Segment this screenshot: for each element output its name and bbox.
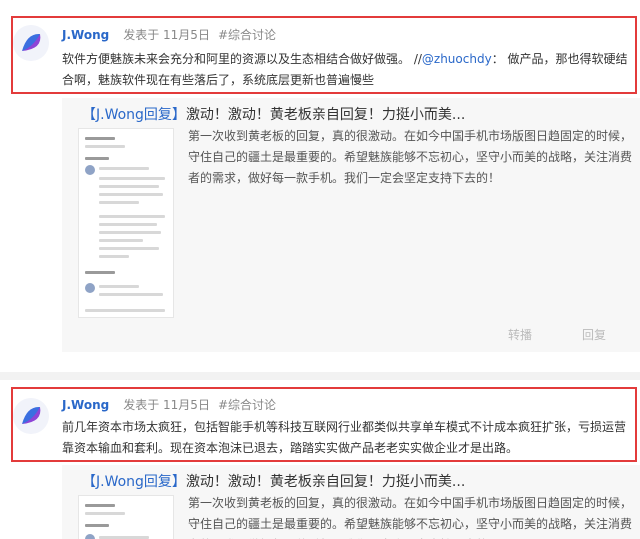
post-1: J.Wong 发表于 11月5日 #综合讨论 软件方便魅族未来会充分和阿里的资源以及… [0,0,640,372]
mention-link[interactable]: @zhuochdy [422,52,492,66]
post-meta: J.Wong 发表于 11月5日 #综合讨论 [62,396,276,413]
quoted-post-card[interactable]: 【J.Wong回复】激动！激动！黄老板亲自回复！力挺小而美... 第一次收到黄老… [62,98,640,352]
post-2: J.Wong 发表于 11月5日 #综合讨论 前几年资本市场太疯狂，包括智能手机等科… [0,380,640,539]
avatar-logo-icon [13,398,49,434]
post-time: 发表于 11月5日 [123,28,210,42]
quoted-post-card[interactable]: 【J.Wong回复】激动！激动！黄老板亲自回复！力挺小而美... 第一次收到黄老… [62,465,640,539]
quoted-source: 【J.Wong回复】 [82,107,186,123]
category-tag[interactable]: #综合讨论 [218,398,276,412]
avatar[interactable] [13,25,49,61]
avatar-logo-icon [13,25,49,61]
post-meta: J.Wong 发表于 11月5日 #综合讨论 [62,26,276,43]
reply-button[interactable]: 回复 [582,326,606,343]
avatar[interactable] [13,398,49,434]
quoted-source: 【J.Wong回复】 [82,474,186,490]
quote-actions: 转播 回复 [62,326,640,346]
post-divider [0,372,640,380]
quoted-post-title[interactable]: 【J.Wong回复】激动！激动！黄老板亲自回复！力挺小而美... [82,471,465,491]
comment-part: 软件方便魅族未来会充分和阿里的资源以及生态相结合做好做强。 // [62,52,422,66]
quoted-post-title[interactable]: 【J.Wong回复】激动！激动！黄老板亲自回复！力挺小而美... [82,104,465,124]
comment-text: 前几年资本市场太疯狂，包括智能手机等科技互联网行业都类似共享单车模式不计成本疯狂… [62,420,627,455]
quoted-title-text: 激动！激动！黄老板亲自回复！力挺小而美... [185,474,466,490]
category-tag[interactable]: #综合讨论 [218,28,276,42]
author-name[interactable]: J.Wong [62,28,109,42]
screenshot-thumbnail[interactable] [78,128,174,318]
quoted-title-text: 激动！激动！黄老板亲自回复！力挺小而美... [185,107,466,123]
comment-text: 软件方便魅族未来会充分和阿里的资源以及生态相结合做好做强。 //@zhuochd… [62,49,632,91]
screenshot-thumbnail[interactable] [78,495,174,539]
author-name[interactable]: J.Wong [62,398,109,412]
forward-button[interactable]: 转播 [508,326,532,343]
post-time: 发表于 11月5日 [123,398,210,412]
quoted-post-body: 第一次收到黄老板的回复，真的很激动。在如今中国手机市场版图日趋固定的时候，守住自… [188,129,633,185]
quoted-post-body: 第一次收到黄老板的回复，真的很激动。在如今中国手机市场版图日趋固定的时候，守住自… [188,496,633,539]
